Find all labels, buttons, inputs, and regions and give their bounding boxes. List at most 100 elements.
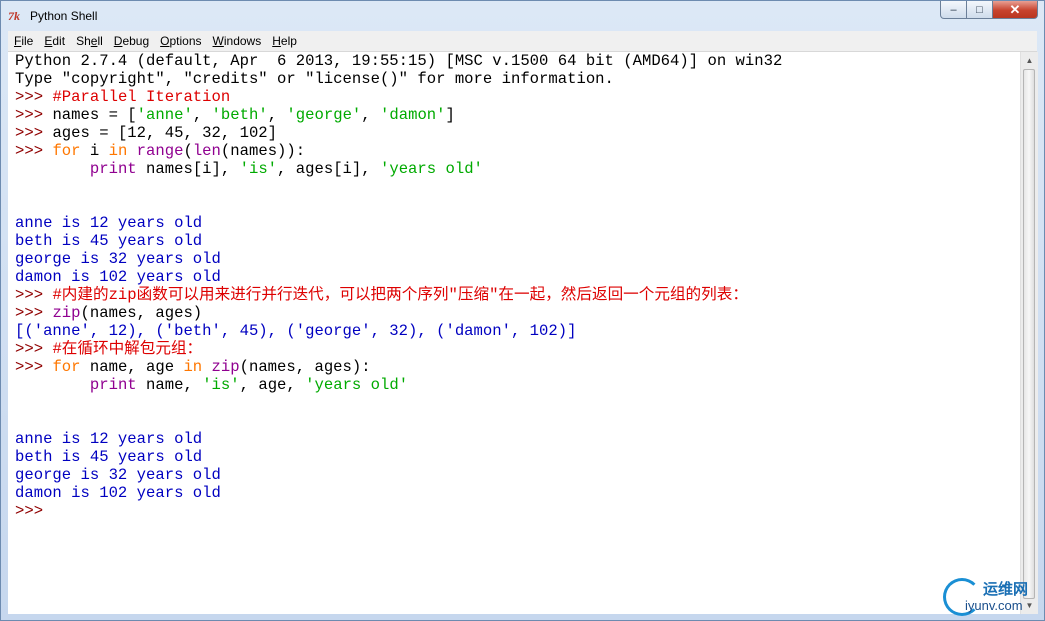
shell-line: damon is 102 years old (15, 484, 782, 502)
menu-file[interactable]: File (8, 31, 38, 51)
window-title: Python Shell (30, 9, 98, 23)
prompt: >>> (15, 340, 53, 358)
code-token: ages = [12, 45, 32, 102] (52, 124, 278, 142)
code-token: (names, ages) (80, 304, 203, 322)
title-bar[interactable]: 7k Python Shell ‒ □ ✕ (1, 1, 1044, 31)
code-token: Type "copyright", "credits" or "license(… (15, 70, 614, 88)
code-token: for (52, 358, 81, 376)
code-token: anne is 12 years old (15, 430, 203, 448)
code-token: beth is 45 years old (15, 232, 203, 250)
minimize-button[interactable]: ‒ (940, 1, 967, 19)
shell-line: >>> ages = [12, 45, 32, 102] (15, 124, 782, 142)
vertical-scrollbar[interactable]: ▲ ▼ (1020, 52, 1038, 614)
shell-line: beth is 45 years old (15, 448, 782, 466)
code-token: 'george' (286, 106, 362, 124)
code-token: , (267, 106, 287, 124)
shell-output: Python 2.7.4 (default, Apr 6 2013, 19:55… (15, 52, 782, 520)
scroll-thumb[interactable] (1023, 69, 1035, 599)
maximize-icon: □ (976, 3, 983, 16)
shell-text-area[interactable]: Python 2.7.4 (default, Apr 6 2013, 19:55… (8, 52, 1020, 614)
code-token: 'is' (239, 160, 278, 178)
python-shell-window: 7k Python Shell ‒ □ ✕ File Edit Shell De… (0, 0, 1045, 621)
shell-line: print names[i], 'is', ages[i], 'years ol… (15, 160, 782, 178)
code-token: [('anne', 12), ('beth', 45), ('george', … (15, 322, 577, 340)
shell-line: Type "copyright", "credits" or "license(… (15, 70, 782, 88)
close-icon: ✕ (1009, 1, 1021, 17)
prompt: >>> (15, 304, 53, 322)
code-token: , ages[i], (277, 160, 380, 178)
code-token: ( (183, 142, 193, 160)
menu-options[interactable]: Options (154, 31, 206, 51)
code-token: , (361, 106, 381, 124)
code-token: #在循环中解包元组： (52, 340, 203, 358)
code-token: beth is 45 years old (15, 448, 203, 466)
prompt: >>> (15, 358, 53, 376)
prompt: >>> (15, 88, 53, 106)
code-token: range (136, 142, 184, 160)
watermark-url: iyunv.com (965, 598, 1023, 613)
prompt: >>> (15, 286, 53, 304)
shell-line: print name, 'is', age, 'years old' (15, 376, 782, 394)
code-token: damon is 102 years old (15, 268, 221, 286)
shell-line: >>> zip(names, ages) (15, 304, 782, 322)
watermark-cn: 运维网 (983, 581, 1029, 598)
shell-line: >>> #在循环中解包元组： (15, 340, 782, 358)
code-token: print (89, 376, 137, 394)
code-token: zip (211, 358, 240, 376)
code-token: i (80, 142, 109, 160)
shell-line: Python 2.7.4 (default, Apr 6 2013, 19:55… (15, 52, 782, 70)
menu-shell[interactable]: Shell (70, 31, 108, 51)
code-token: 'anne' (136, 106, 193, 124)
code-token: name, age (80, 358, 184, 376)
code-token: name, (136, 376, 203, 394)
code-token: len (192, 142, 221, 160)
code-token: , age, (239, 376, 306, 394)
menu-bar: File Edit Shell Debug Options Windows He… (8, 31, 1037, 52)
menu-edit[interactable]: Edit (38, 31, 70, 51)
shell-line: >>> for name, age in zip(names, ages): (15, 358, 782, 376)
code-token: 'years old' (379, 160, 483, 178)
shell-line: >>> (15, 502, 782, 520)
code-token: george is 32 years old (15, 466, 221, 484)
code-token: (names)): (220, 142, 306, 160)
shell-line: >>> #内建的zip函数可以用来进行并行迭代，可以把两个序列"压缩"在一起，然… (15, 286, 782, 304)
watermark: 运维网 iyunv.com (943, 576, 1043, 618)
code-token: #内建的zip函数可以用来进行并行迭代，可以把两个序列"压缩"在一起，然后返回一… (52, 286, 748, 304)
code-token: damon is 102 years old (15, 484, 221, 502)
shell-line: >>> names = ['anne', 'beth', 'george', '… (15, 106, 782, 124)
prompt: >>> (15, 124, 53, 142)
menu-debug[interactable]: Debug (108, 31, 154, 51)
shell-line: george is 32 years old (15, 250, 782, 268)
maximize-button[interactable]: □ (967, 1, 993, 19)
menu-windows[interactable]: Windows (207, 31, 267, 51)
code-token: in (183, 358, 203, 376)
menu-help[interactable]: Help (266, 31, 302, 51)
close-button[interactable]: ✕ (993, 1, 1038, 19)
prompt: >>> (15, 106, 53, 124)
code-token: 'years old' (305, 376, 409, 394)
shell-line: [('anne', 12), ('beth', 45), ('george', … (15, 322, 782, 340)
shell-line: anne is 12 years old (15, 430, 782, 448)
code-token: (names, ages): (239, 358, 371, 376)
window-controls: ‒ □ ✕ (940, 1, 1038, 21)
scroll-up-icon[interactable]: ▲ (1021, 52, 1038, 69)
shell-line: >>> #Parallel Iteration (15, 88, 782, 106)
code-token: for (52, 142, 81, 160)
code-token: anne is 12 years old (15, 214, 203, 232)
code-token: #Parallel Iteration (52, 88, 231, 106)
shell-line: beth is 45 years old (15, 232, 782, 250)
minimize-icon: ‒ (950, 3, 957, 16)
code-token: names[i], (136, 160, 240, 178)
code-token: zip (52, 304, 81, 322)
code-token: in (108, 142, 128, 160)
code-token: 'damon' (380, 106, 446, 124)
code-token: 'beth' (211, 106, 268, 124)
